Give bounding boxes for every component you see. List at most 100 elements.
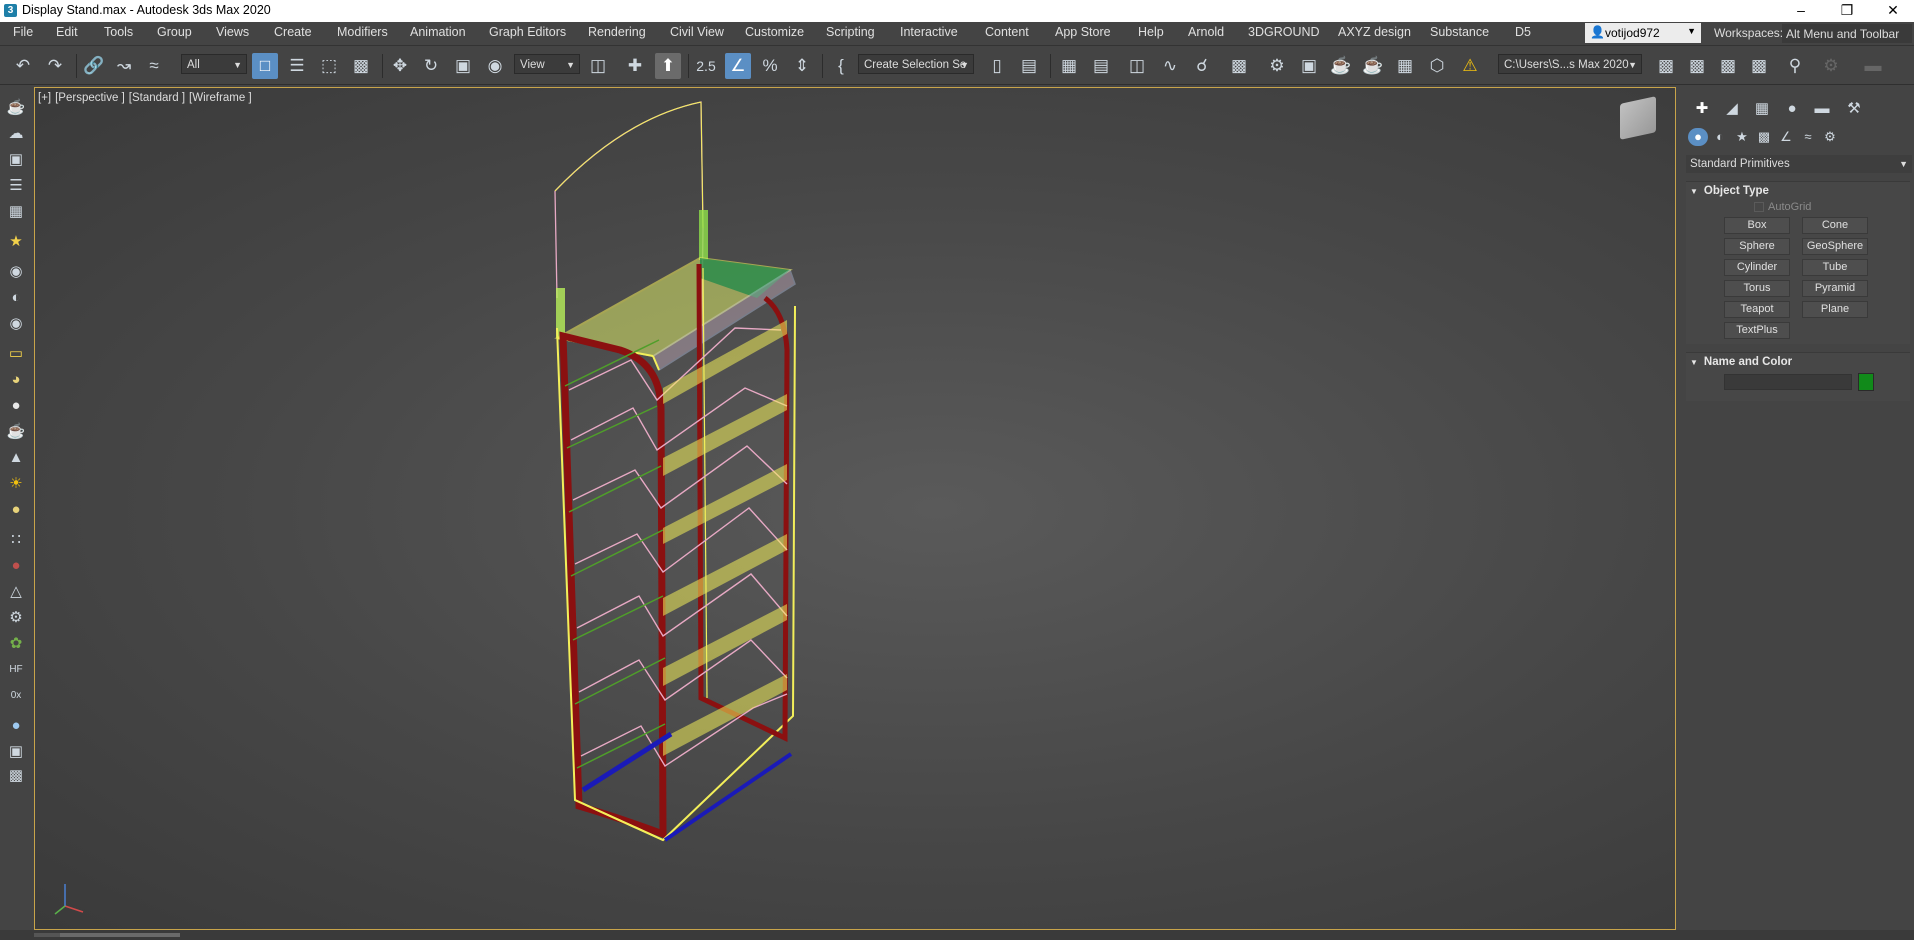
primitive-category-dropdown[interactable]: Standard Primitives ▼ <box>1686 155 1912 173</box>
viewport-label[interactable]: [+] [Perspective ] [Standard ] [Wireframe ] <box>38 92 256 104</box>
grass-icon[interactable]: ✿ <box>5 633 27 655</box>
search-action-icon[interactable]: ⚲ <box>1782 53 1808 79</box>
placement-icon[interactable]: ◉ <box>482 53 508 79</box>
name-and-color-header[interactable]: ▼ Name and Color <box>1690 356 1792 368</box>
user-account-dropdown[interactable]: 👤 votijod972 ▼ <box>1585 23 1701 43</box>
named-selection-set-dropdown[interactable]: Create Selection Se ▼ <box>858 54 974 74</box>
teapot-button[interactable]: Teapot <box>1724 301 1790 318</box>
menu-tools[interactable]: Tools <box>104 25 133 39</box>
object-type-header[interactable]: ▼ Object Type <box>1690 185 1769 197</box>
viewport-label-menu[interactable]: [+] <box>38 92 51 104</box>
explorer-renders-icon[interactable]: ▩ <box>1746 53 1772 79</box>
menu-rendering[interactable]: Rendering <box>588 25 646 39</box>
menu-civil-view[interactable]: Civil View <box>670 25 724 39</box>
cloud-icon[interactable]: ☁ <box>5 123 27 145</box>
edit-named-selection-icon[interactable]: { <box>828 53 854 79</box>
rendered-frame-window-icon[interactable]: ▣ <box>1296 53 1322 79</box>
viewport-label-shading[interactable]: [Wireframe ] <box>189 92 252 104</box>
explorer-maps-icon[interactable]: ▩ <box>1715 53 1741 79</box>
menu-file[interactable]: File <box>13 25 33 39</box>
hf-icon[interactable]: HF <box>5 659 27 681</box>
menu-help[interactable]: Help <box>1138 25 1164 39</box>
sun-icon[interactable]: ☀ <box>5 473 27 495</box>
image-icon[interactable]: ▣ <box>5 149 27 171</box>
tube-button[interactable]: Tube <box>1802 259 1868 276</box>
menu-create[interactable]: Create <box>274 25 312 39</box>
cone-icon[interactable]: ▲ <box>5 447 27 469</box>
viewport-label-pov[interactable]: [Perspective ] <box>55 92 125 104</box>
select-by-name-icon[interactable]: ☰ <box>284 53 310 79</box>
spinner-snap-icon[interactable]: ⇕ <box>789 53 815 79</box>
menu-app-store[interactable]: App Store <box>1055 25 1111 39</box>
curve-editor-icon[interactable]: ∿ <box>1157 53 1183 79</box>
arnold-icon[interactable]: ⬡ <box>1424 53 1450 79</box>
light-bulb-icon[interactable]: ★ <box>5 231 27 253</box>
geometry-icon[interactable]: ● <box>1688 128 1708 146</box>
menu-group[interactable]: Group <box>157 25 192 39</box>
systems-icon[interactable]: ⚙ <box>1820 128 1840 146</box>
schematic-view-icon[interactable]: ☌ <box>1189 53 1215 79</box>
viewcube[interactable] <box>1620 96 1656 140</box>
disabled-tool-icon[interactable]: ▬ <box>1860 53 1886 79</box>
rectangular-selection-icon[interactable]: ⬚ <box>316 53 342 79</box>
open-explorer-icon[interactable]: ▩ <box>1653 53 1679 79</box>
hemisphere-icon[interactable]: ◕ <box>5 369 27 391</box>
menu-3dground[interactable]: 3DGROUND <box>1248 25 1320 39</box>
sphere-material-icon[interactable]: ◐ <box>5 287 27 309</box>
object-color-swatch[interactable] <box>1858 373 1874 391</box>
restore-button[interactable]: ❐ <box>1824 0 1870 22</box>
angle-snap-icon[interactable]: ∠ <box>725 53 751 79</box>
percent-snap-icon[interactable]: % <box>757 53 783 79</box>
menu-arnold[interactable]: Arnold <box>1188 25 1224 39</box>
display-tab-icon[interactable]: ▬ <box>1810 99 1834 119</box>
render-setup-icon[interactable]: ⚙ <box>1264 53 1290 79</box>
scene-explorer-icon[interactable]: ▦ <box>1056 53 1082 79</box>
bind-space-warp-icon[interactable]: ≈ <box>141 53 167 79</box>
menu-animation[interactable]: Animation <box>410 25 466 39</box>
mirror-icon[interactable]: ▯ <box>984 53 1010 79</box>
export-icon[interactable]: ▣ <box>5 741 27 763</box>
create-tab-icon[interactable]: ✚ <box>1690 99 1714 119</box>
cameras-icon[interactable]: ▩ <box>1754 128 1774 146</box>
box-button[interactable]: Box <box>1724 217 1790 234</box>
space-warps-icon[interactable]: ≈ <box>1798 128 1818 146</box>
rotate-icon[interactable]: ↻ <box>418 53 444 79</box>
torus-button[interactable]: Torus <box>1724 280 1790 297</box>
teapot-icon[interactable]: ☕ <box>5 97 27 119</box>
lathe-icon[interactable]: △ <box>5 581 27 603</box>
geosphere-button[interactable]: GeoSphere <box>1802 238 1868 255</box>
lights-icon[interactable]: ★ <box>1732 128 1752 146</box>
sphere-icon[interactable]: ● <box>5 395 27 417</box>
render-grid-icon[interactable]: ▦ <box>1392 53 1418 79</box>
reference-coordinate-dropdown[interactable]: View ▼ <box>514 54 580 74</box>
menu-substance[interactable]: Substance <box>1430 25 1489 39</box>
menu-scripting[interactable]: Scripting <box>826 25 875 39</box>
menu-interactive[interactable]: Interactive <box>900 25 958 39</box>
autogrid-checkbox[interactable]: AutoGrid <box>1754 201 1811 213</box>
scale-icon[interactable]: ▣ <box>450 53 476 79</box>
selection-filter-dropdown[interactable]: All ▼ <box>181 54 247 74</box>
select-manipulate-icon[interactable]: ✚ <box>622 53 648 79</box>
redo-icon[interactable]: ↷ <box>42 53 68 79</box>
menu-graph-editors[interactable]: Graph Editors <box>489 25 566 39</box>
window-crossing-icon[interactable]: ▩ <box>348 53 374 79</box>
material-editor-icon[interactable]: ▩ <box>1226 53 1252 79</box>
utilities-tab-icon[interactable]: ⚒ <box>1842 99 1866 119</box>
motion-tab-icon[interactable]: ● <box>1780 99 1804 119</box>
object-name-field[interactable] <box>1724 374 1852 390</box>
perspective-viewport[interactable] <box>34 87 1676 930</box>
menu-modifiers[interactable]: Modifiers <box>337 25 388 39</box>
cylinder-button[interactable]: Cylinder <box>1724 259 1790 276</box>
snaps-toggle-icon[interactable]: 2.5 <box>693 53 719 79</box>
globe-icon[interactable]: ● <box>5 715 27 737</box>
link-icon[interactable]: 🔗 <box>81 53 107 79</box>
helpers-icon[interactable]: ∠ <box>1776 128 1796 146</box>
time-slider-thumb[interactable] <box>60 933 180 937</box>
menu-views[interactable]: Views <box>216 25 249 39</box>
warning-icon[interactable]: ⚠ <box>1457 53 1483 79</box>
textplus-button[interactable]: TextPlus <box>1724 322 1790 339</box>
close-button[interactable]: ✕ <box>1870 0 1914 22</box>
camera-icon[interactable]: ◉ <box>5 261 27 283</box>
keyboard-shortcut-override-icon[interactable]: ⬆ <box>655 53 681 79</box>
render-iterative-icon[interactable]: ☕ <box>1360 53 1386 79</box>
